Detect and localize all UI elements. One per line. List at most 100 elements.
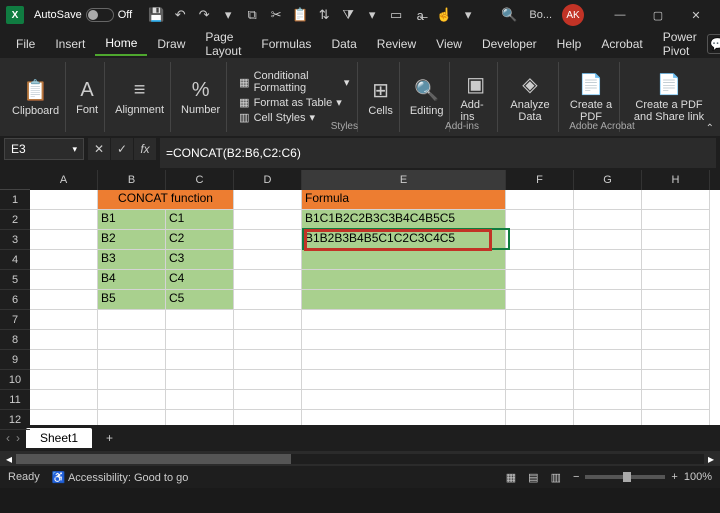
cell[interactable]: C5 xyxy=(166,290,234,310)
cell[interactable] xyxy=(642,410,710,425)
cell[interactable] xyxy=(506,210,574,230)
cell[interactable] xyxy=(302,290,506,310)
cell[interactable] xyxy=(642,350,710,370)
accessibility-status[interactable]: ♿ Accessibility: Good to go xyxy=(52,471,189,484)
touch-icon[interactable]: ☝ xyxy=(434,5,454,25)
menu-powerpivot[interactable]: Power Pivot xyxy=(653,26,707,62)
cell[interactable] xyxy=(30,190,98,210)
cell-active[interactable]: B1B2B3B4B5C1C2C3C4C5 xyxy=(302,230,506,250)
cell[interactable] xyxy=(302,390,506,410)
name-box[interactable]: E3▾ xyxy=(4,138,84,160)
cell[interactable] xyxy=(302,250,506,270)
cell[interactable] xyxy=(574,390,642,410)
row-header[interactable]: 5 xyxy=(0,270,30,290)
cell[interactable] xyxy=(234,310,302,330)
cell[interactable] xyxy=(30,330,98,350)
close-button[interactable]: ✕ xyxy=(678,1,714,29)
cell[interactable] xyxy=(574,190,642,210)
cell[interactable]: C1 xyxy=(166,210,234,230)
cell[interactable]: C3 xyxy=(166,250,234,270)
row-header[interactable]: 6 xyxy=(0,290,30,310)
cell[interactable] xyxy=(574,330,642,350)
cell[interactable]: B3 xyxy=(98,250,166,270)
cell[interactable] xyxy=(642,310,710,330)
next-sheet-icon[interactable]: › xyxy=(16,431,20,445)
cell[interactable] xyxy=(234,210,302,230)
cell[interactable] xyxy=(506,290,574,310)
menu-file[interactable]: File xyxy=(6,33,45,55)
cell[interactable] xyxy=(30,210,98,230)
save-icon[interactable]: 💾 xyxy=(146,5,166,25)
row-header[interactable]: 3 xyxy=(0,230,30,250)
menu-home[interactable]: Home xyxy=(95,32,147,56)
scroll-thumb[interactable] xyxy=(16,454,291,464)
col-header[interactable]: E xyxy=(302,170,506,190)
cell[interactable] xyxy=(98,350,166,370)
cell[interactable] xyxy=(506,410,574,425)
strike-icon[interactable]: a̶ xyxy=(410,5,430,25)
cell[interactable] xyxy=(506,310,574,330)
row-header[interactable]: 8 xyxy=(0,330,30,350)
cell[interactable]: C4 xyxy=(166,270,234,290)
paste-icon[interactable]: 📋 xyxy=(290,5,310,25)
cell[interactable] xyxy=(642,210,710,230)
zoom-slider[interactable] xyxy=(585,475,665,479)
cell[interactable] xyxy=(574,270,642,290)
zoom-control[interactable]: − + 100% xyxy=(573,471,712,483)
cell[interactable] xyxy=(166,390,234,410)
cell[interactable] xyxy=(642,230,710,250)
cell[interactable] xyxy=(98,410,166,425)
prev-sheet-icon[interactable]: ‹ xyxy=(6,431,10,445)
view-normal-icon[interactable]: ▦ xyxy=(506,471,516,484)
menu-formulas[interactable]: Formulas xyxy=(251,33,321,55)
cell[interactable] xyxy=(506,190,574,210)
col-header[interactable]: C xyxy=(166,170,234,190)
cell[interactable] xyxy=(234,230,302,250)
cell[interactable] xyxy=(30,270,98,290)
cell[interactable] xyxy=(642,250,710,270)
sheet-tab[interactable]: Sheet1 xyxy=(26,428,92,448)
cell[interactable] xyxy=(642,290,710,310)
cell[interactable] xyxy=(234,350,302,370)
cell[interactable] xyxy=(302,270,506,290)
autosave-toggle[interactable]: AutoSave Off xyxy=(34,8,132,22)
cell[interactable] xyxy=(166,350,234,370)
cell[interactable] xyxy=(30,390,98,410)
cell[interactable] xyxy=(30,230,98,250)
minimize-button[interactable]: — xyxy=(602,1,638,29)
cell[interactable] xyxy=(574,290,642,310)
cell[interactable] xyxy=(302,330,506,350)
row-header[interactable]: 4 xyxy=(0,250,30,270)
cell[interactable] xyxy=(574,370,642,390)
conditional-formatting-button[interactable]: ▦Conditional Formatting ▾ xyxy=(239,70,349,94)
col-header[interactable]: F xyxy=(506,170,574,190)
col-header[interactable]: G xyxy=(574,170,642,190)
cell[interactable] xyxy=(302,410,506,425)
cell[interactable] xyxy=(642,330,710,350)
new-icon[interactable]: ▭ xyxy=(386,5,406,25)
cell[interactable] xyxy=(234,190,302,210)
cell[interactable]: B1 xyxy=(98,210,166,230)
cell[interactable] xyxy=(506,370,574,390)
row-header[interactable]: 9 xyxy=(0,350,30,370)
cell[interactable] xyxy=(574,250,642,270)
collapse-ribbon-icon[interactable]: ⌃ xyxy=(706,123,714,134)
cell[interactable] xyxy=(574,410,642,425)
spreadsheet-grid[interactable]: 1 2 3 4 5 6 7 8 9 10 11 12 A B C D E F G… xyxy=(0,170,720,425)
cell[interactable] xyxy=(30,350,98,370)
cell[interactable] xyxy=(506,350,574,370)
cell[interactable] xyxy=(98,390,166,410)
cell[interactable] xyxy=(30,290,98,310)
sort-icon[interactable]: ⇅ xyxy=(314,5,334,25)
cell[interactable] xyxy=(98,310,166,330)
menu-view[interactable]: View xyxy=(426,33,472,55)
confirm-formula-icon[interactable]: ✓ xyxy=(111,138,133,160)
cell[interactable] xyxy=(642,270,710,290)
cell[interactable] xyxy=(234,330,302,350)
menu-insert[interactable]: Insert xyxy=(45,33,95,55)
cell[interactable] xyxy=(506,230,574,250)
cell[interactable] xyxy=(30,310,98,330)
cell[interactable]: B5 xyxy=(98,290,166,310)
cell[interactable]: CONCAT function xyxy=(98,190,234,210)
cell[interactable] xyxy=(302,370,506,390)
